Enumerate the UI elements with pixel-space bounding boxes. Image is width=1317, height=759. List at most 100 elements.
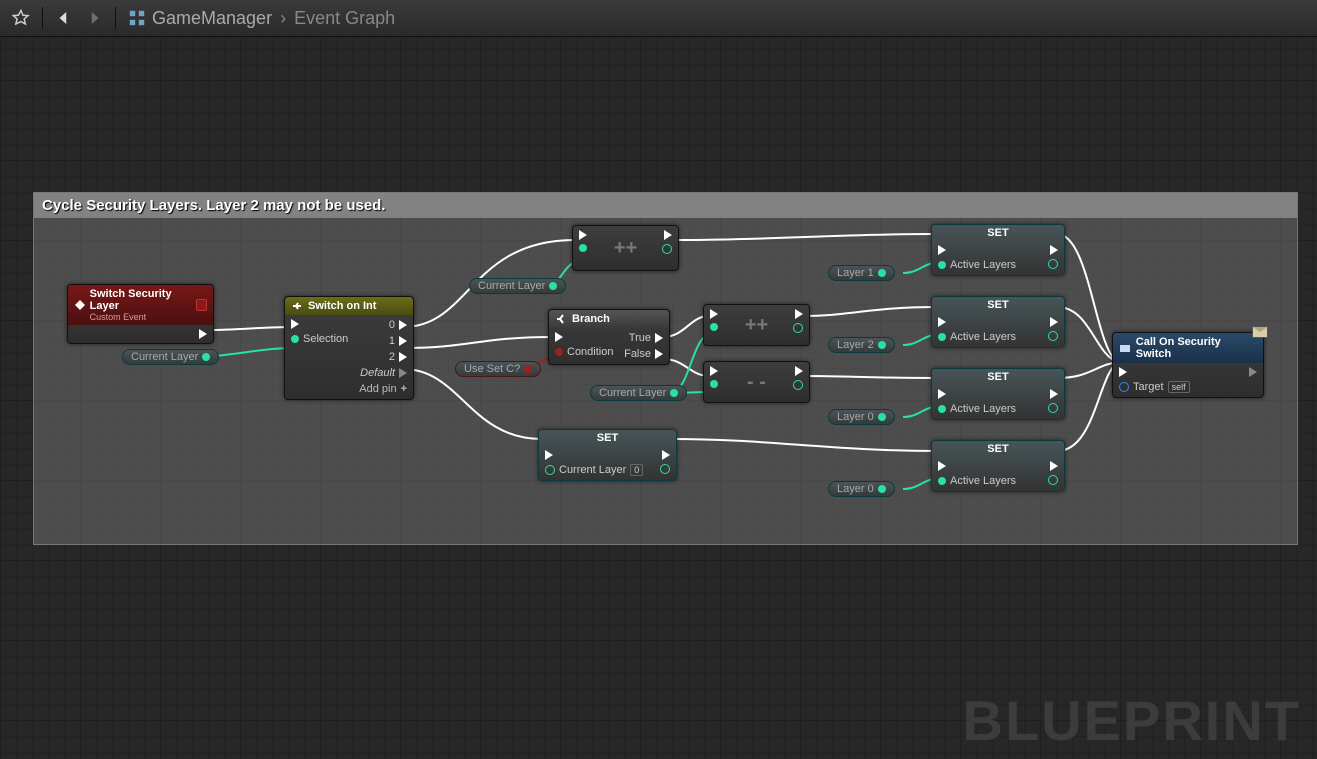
node-header[interactable]: Switch Security Layer Custom Event — [68, 285, 213, 325]
int-in-pin[interactable] — [710, 323, 718, 331]
variable-chip-layer-0b[interactable]: Layer 0 — [828, 481, 895, 497]
active-layers-pin[interactable]: Active Layers — [938, 259, 1016, 271]
int-out-pin[interactable] — [793, 380, 803, 390]
exec-in-pin[interactable] — [579, 230, 587, 240]
node-title: Call On Security Switch — [1136, 336, 1257, 360]
case-0-pin[interactable]: 0 — [389, 319, 407, 331]
toolbar: GameManager › Event Graph — [0, 0, 1317, 37]
node-decrement[interactable]: - - — [703, 361, 810, 403]
node-set-active-3[interactable]: SET Active Layers — [931, 368, 1065, 420]
exec-in-pin[interactable] — [938, 461, 1016, 471]
exec-out-pin[interactable] — [795, 309, 803, 319]
variable-chip-use-set-c[interactable]: Use Set C? — [455, 361, 541, 377]
int-out-pin[interactable] — [793, 323, 803, 333]
node-branch[interactable]: Branch Condition True False — [548, 309, 670, 365]
node-header[interactable]: Branch — [549, 310, 669, 328]
delegate-pin-icon[interactable] — [196, 299, 207, 311]
exec-in-pin[interactable] — [938, 317, 1016, 327]
toolbar-separator — [42, 7, 43, 29]
node-set-active-1[interactable]: SET Active Layers — [931, 224, 1065, 276]
int-in-pin[interactable] — [579, 244, 587, 252]
breadcrumb-parent[interactable]: GameManager — [152, 8, 272, 29]
node-increment-1[interactable]: ++ — [572, 225, 679, 271]
variable-chip-layer-2[interactable]: Layer 2 — [828, 337, 895, 353]
out-pin[interactable] — [1048, 475, 1058, 485]
exec-in-pin[interactable] — [938, 389, 1016, 399]
variable-chip-current-layer-3[interactable]: Current Layer — [590, 385, 687, 401]
exec-out-pin[interactable] — [664, 230, 672, 240]
node-title: SET — [932, 369, 1064, 385]
node-title: SET — [932, 225, 1064, 241]
node-title: Switch on Int — [308, 300, 376, 312]
exec-in-pin[interactable] — [710, 366, 718, 376]
node-title: SET — [932, 297, 1064, 313]
active-layers-pin[interactable]: Active Layers — [938, 331, 1016, 343]
exec-out-pin[interactable] — [199, 329, 207, 339]
node-title: Branch — [572, 313, 610, 325]
active-layers-pin[interactable]: Active Layers — [938, 475, 1016, 487]
node-call-on-security-switch[interactable]: Call On Security Switch Targetself — [1112, 332, 1264, 398]
node-switch-on-int[interactable]: Switch on Int Selection 0 1 2 Default +A… — [284, 296, 414, 400]
exec-in-pin[interactable] — [1119, 367, 1190, 377]
nav-back-icon[interactable] — [53, 7, 75, 29]
out-pin[interactable] — [1048, 403, 1058, 413]
variable-chip-current-layer[interactable]: Current Layer — [122, 349, 219, 365]
exec-in-pin[interactable] — [710, 309, 718, 319]
chip-label: Layer 1 — [837, 267, 874, 279]
exec-out-pin[interactable] — [1050, 389, 1058, 399]
event-icon — [74, 299, 85, 311]
node-title: Switch Security Layer — [90, 288, 191, 312]
node-set-active-4[interactable]: SET Active Layers — [931, 440, 1065, 492]
int-out-pin[interactable] — [662, 244, 672, 254]
chip-label: Current Layer — [478, 280, 545, 292]
variable-chip-layer-1[interactable]: Layer 1 — [828, 265, 895, 281]
blueprint-class-icon[interactable] — [126, 7, 148, 29]
add-pin-button[interactable]: +Add pin — [359, 383, 407, 395]
node-subtitle: Custom Event — [90, 312, 191, 322]
selection-pin[interactable]: Selection — [291, 333, 348, 345]
variable-chip-layer-0a[interactable]: Layer 0 — [828, 409, 895, 425]
false-pin[interactable]: False — [624, 348, 663, 360]
exec-out-pin[interactable] — [1050, 245, 1058, 255]
comment-title[interactable]: Cycle Security Layers. Layer 2 may not b… — [34, 193, 1297, 218]
node-header[interactable]: Switch on Int — [285, 297, 413, 315]
default-pin[interactable]: Default — [360, 367, 407, 379]
exec-out-pin[interactable] — [1050, 317, 1058, 327]
node-title: SET — [539, 430, 676, 446]
exec-in-pin[interactable] — [938, 245, 1016, 255]
exec-out-pin[interactable] — [662, 450, 670, 460]
exec-in-pin[interactable] — [545, 450, 643, 460]
exec-out-pin[interactable] — [1050, 461, 1058, 471]
exec-out-pin[interactable] — [1249, 367, 1257, 377]
true-pin[interactable]: True — [629, 332, 663, 344]
target-pin[interactable]: Targetself — [1119, 381, 1190, 393]
case-1-pin[interactable]: 1 — [389, 335, 407, 347]
out-pin[interactable] — [1048, 259, 1058, 269]
case-2-pin[interactable]: 2 — [389, 351, 407, 363]
node-increment-2[interactable]: ++ — [703, 304, 810, 346]
int-out-pin[interactable] — [660, 464, 670, 474]
chevron-right-icon: › — [280, 8, 286, 29]
active-layers-pin[interactable]: Active Layers — [938, 403, 1016, 415]
current-layer-pin[interactable]: Current Layer0 — [545, 464, 643, 476]
node-custom-event[interactable]: Switch Security Layer Custom Event — [67, 284, 214, 344]
node-title: SET — [932, 441, 1064, 457]
chip-label: Layer 2 — [837, 339, 874, 351]
envelope-icon — [1252, 326, 1268, 338]
node-set-active-2[interactable]: SET Active Layers — [931, 296, 1065, 348]
exec-in-pin[interactable] — [291, 319, 348, 329]
nav-forward-icon[interactable] — [83, 7, 105, 29]
favorite-star-icon[interactable] — [10, 7, 32, 29]
chip-label: Layer 0 — [837, 483, 874, 495]
condition-pin[interactable]: Condition — [555, 346, 613, 358]
chip-label: Current Layer — [131, 351, 198, 363]
chip-label: Layer 0 — [837, 411, 874, 423]
out-pin[interactable] — [1048, 331, 1058, 341]
variable-chip-current-layer-2[interactable]: Current Layer — [469, 278, 566, 294]
node-set-current-layer[interactable]: SET Current Layer0 — [538, 429, 677, 481]
int-in-pin[interactable] — [710, 380, 718, 388]
node-header[interactable]: Call On Security Switch — [1113, 333, 1263, 363]
branch-icon — [555, 313, 567, 325]
exec-out-pin[interactable] — [795, 366, 803, 376]
exec-in-pin[interactable] — [555, 332, 613, 342]
